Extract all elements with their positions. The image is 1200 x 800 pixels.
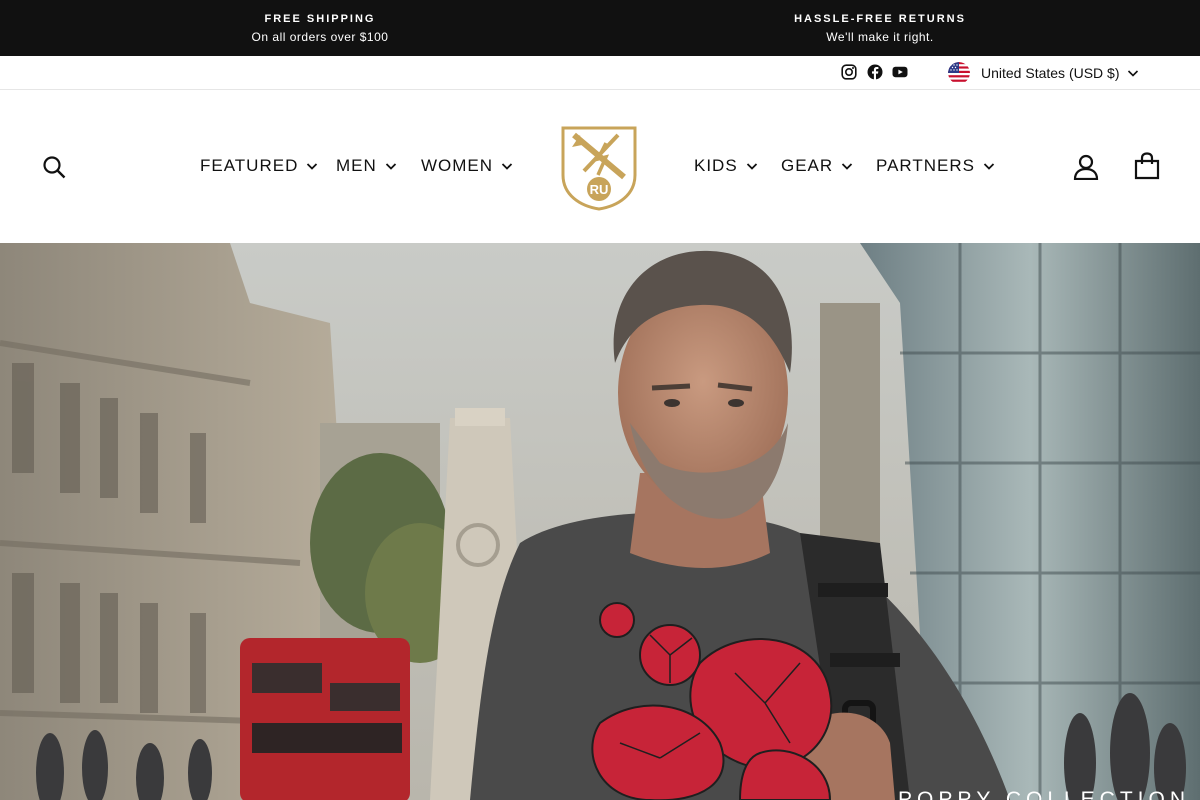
- search-icon[interactable]: [42, 155, 66, 179]
- free-shipping-title: FREE SHIPPING: [264, 13, 376, 25]
- chevron-down-icon: [307, 163, 318, 170]
- nav-partners[interactable]: PARTNERS: [876, 156, 995, 176]
- free-shipping-message[interactable]: FREE SHIPPING On all orders over $100: [160, 12, 480, 45]
- chevron-down-icon: [385, 163, 396, 170]
- returns-subtitle: We'll make it right.: [826, 30, 934, 44]
- free-shipping-subtitle: On all orders over $100: [251, 30, 389, 44]
- returns-message[interactable]: HASSLE-FREE RETURNS We'll make it right.: [720, 12, 1040, 45]
- announcement-bar: FREE SHIPPING On all orders over $100 HA…: [0, 0, 1200, 56]
- nav-women-label: WOMEN: [421, 156, 494, 175]
- us-flag-icon: [948, 62, 970, 84]
- chevron-down-icon: [746, 163, 757, 170]
- logo-text: RU: [590, 182, 609, 197]
- hero-caption[interactable]: POPPY COLLECTION: [898, 788, 1190, 800]
- utility-bar: United States (USD $): [0, 56, 1200, 90]
- brand-logo[interactable]: RU: [560, 125, 638, 211]
- nav-gear-label: GEAR: [781, 156, 834, 175]
- nav-kids[interactable]: KIDS: [694, 156, 758, 176]
- nav-kids-label: KIDS: [694, 156, 738, 175]
- currency-label: United States (USD $): [981, 65, 1120, 81]
- hero-banner[interactable]: POPPY COLLECTION: [0, 243, 1200, 800]
- hero-image: [0, 243, 1200, 800]
- nav-featured[interactable]: FEATURED: [200, 156, 318, 176]
- site-header: FEATURED MEN WOMEN RU KIDS GEAR PARTNERS: [0, 90, 1200, 243]
- nav-men[interactable]: MEN: [336, 156, 397, 176]
- nav-gear[interactable]: GEAR: [781, 156, 853, 176]
- chevron-down-icon: [1127, 70, 1138, 77]
- account-icon[interactable]: [1073, 154, 1099, 180]
- facebook-icon[interactable]: [867, 64, 883, 80]
- chevron-down-icon: [842, 163, 853, 170]
- nav-partners-label: PARTNERS: [876, 156, 976, 175]
- chevron-down-icon: [983, 163, 995, 170]
- nav-women[interactable]: WOMEN: [421, 156, 513, 176]
- nav-featured-label: FEATURED: [200, 156, 299, 175]
- instagram-icon[interactable]: [841, 64, 857, 80]
- returns-title: HASSLE-FREE RETURNS: [794, 13, 966, 25]
- youtube-icon[interactable]: [892, 64, 908, 80]
- currency-selector[interactable]: United States (USD $): [948, 62, 1139, 84]
- nav-men-label: MEN: [336, 156, 377, 175]
- chevron-down-icon: [501, 163, 513, 170]
- cart-icon[interactable]: [1134, 152, 1160, 180]
